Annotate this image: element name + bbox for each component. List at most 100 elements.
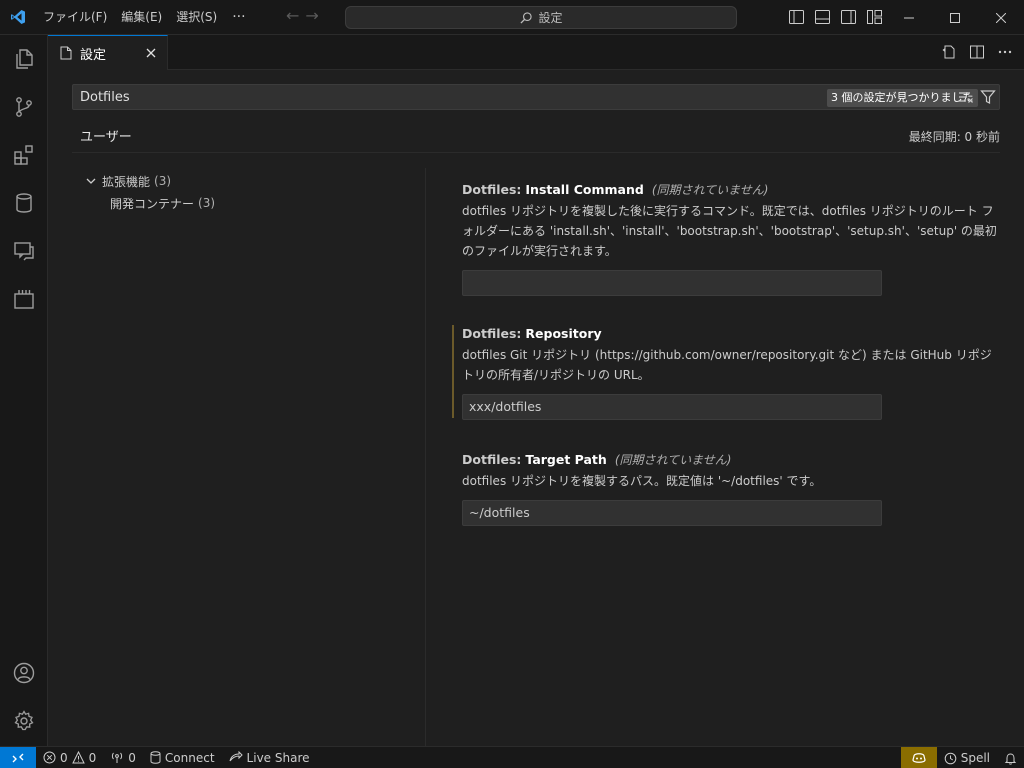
toc-item-dev-containers[interactable]: 開発コンテナー (3) [84, 192, 414, 214]
search-result-badge: 3 個の設定が見つかりました [827, 89, 978, 107]
setting-install-command: Dotfiles: Install Command (同期されていません) do… [462, 179, 1002, 296]
history-icon [944, 752, 957, 764]
tab-settings[interactable]: 設定 [48, 35, 168, 70]
menu-more-button[interactable]: ··· [224, 9, 253, 25]
extensions-icon[interactable] [0, 131, 48, 179]
setting-name: Install Command [525, 181, 644, 197]
remote-explorer-icon[interactable] [0, 227, 48, 275]
install-command-input[interactable] [462, 270, 882, 296]
connect-button[interactable]: Connect [143, 747, 222, 768]
remote-indicator[interactable] [0, 746, 36, 768]
navigation-arrows: ← → [286, 6, 319, 25]
setting-sync-note: (同期されていません) [651, 182, 769, 197]
toggle-panel-icon[interactable] [812, 8, 832, 26]
broadcast-icon [112, 752, 123, 763]
open-settings-json-icon[interactable] [940, 43, 958, 61]
menu-file[interactable]: ファイル(F) [36, 5, 114, 29]
maximize-icon[interactable] [932, 0, 978, 35]
file-icon [60, 46, 72, 60]
status-bar-right: Spell [900, 747, 1024, 768]
remote-icon [12, 753, 24, 762]
copilot-button[interactable] [900, 747, 937, 768]
database-icon[interactable] [0, 179, 48, 227]
toggle-primary-sidebar-icon[interactable] [786, 8, 806, 26]
command-center[interactable]: 設定 [345, 6, 737, 29]
tab-close-icon[interactable] [143, 45, 159, 61]
tab-label: 設定 [80, 47, 107, 63]
activity-bar [0, 35, 48, 746]
ports-indicator[interactable]: 0 [103, 747, 143, 768]
setting-category: Dotfiles: [462, 451, 522, 467]
more-actions-icon[interactable] [996, 43, 1014, 61]
modified-indicator [452, 325, 454, 418]
problems-indicator[interactable]: 0 0 [36, 747, 103, 768]
settings-toc: 拡張機能 (3) 開発コンテナー (3) [84, 170, 414, 214]
settings-split-divider[interactable] [425, 168, 426, 746]
toc-group-count: (3) [154, 174, 172, 188]
toc-group-label: 拡張機能 [102, 174, 151, 189]
accounts-icon[interactable] [0, 649, 48, 697]
editor-tab-bar: 設定 [48, 35, 1024, 70]
setting-description: dotfiles リポジトリを複製した後に実行するコマンド。既定では、dotfi… [462, 204, 997, 258]
repository-input[interactable]: xxx/dotfiles [462, 394, 882, 420]
last-sync-label: 最終同期: 0 秒前 [908, 130, 1000, 144]
vscode-logo-icon [0, 0, 36, 35]
filter-icon[interactable] [980, 88, 996, 106]
scope-tab-user[interactable]: ユーザー [72, 126, 140, 153]
menu-selection[interactable]: 選択(S) [169, 5, 224, 29]
setting-description: dotfiles Git リポジトリ (https://github.com/o… [462, 348, 992, 382]
toggle-secondary-sidebar-icon[interactable] [838, 8, 858, 26]
warning-count: 0 [88, 750, 97, 765]
setting-target-path: Dotfiles: Target Path (同期されていません) dotfil… [462, 449, 1002, 526]
notifications-button[interactable] [997, 747, 1024, 768]
setting-title: Dotfiles: Target Path (同期されていません) [462, 449, 1002, 469]
spell-button[interactable]: Spell [937, 747, 997, 768]
setting-name: Repository [525, 325, 602, 341]
testing-icon[interactable] [0, 275, 48, 323]
chevron-down-icon [86, 178, 96, 184]
close-window-icon[interactable] [978, 0, 1024, 35]
error-icon [43, 751, 56, 764]
error-count: 0 [60, 750, 68, 765]
setting-category: Dotfiles: [462, 325, 522, 341]
window-controls [886, 0, 1024, 35]
command-center-label: 設定 [538, 11, 563, 25]
toc-child-label: 開発コンテナー [110, 196, 195, 211]
setting-title: Dotfiles: Install Command (同期されていません) [462, 179, 1002, 199]
menu-edit[interactable]: 編集(E) [114, 5, 169, 29]
warning-icon [71, 751, 85, 764]
minimize-icon[interactable] [886, 0, 932, 35]
live-share-button[interactable]: Live Share [222, 747, 317, 768]
search-icon [520, 11, 533, 24]
search-value: Dotfiles [80, 89, 130, 105]
target-path-input[interactable]: ~/dotfiles [462, 500, 882, 526]
editor-actions [940, 43, 1014, 61]
clear-filter-icon[interactable] [958, 88, 974, 106]
connect-label: Connect [164, 750, 215, 765]
search-actions [958, 88, 996, 106]
manage-gear-icon[interactable] [0, 697, 48, 745]
setting-sync-note: (同期されていません) [614, 452, 732, 467]
status-bar: 0 0 0 Connect Live Share Spell [0, 746, 1024, 768]
live-share-label: Live Share [246, 750, 310, 765]
toc-group-extensions[interactable]: 拡張機能 (3) [84, 170, 414, 192]
back-arrow-icon[interactable]: ← [286, 6, 299, 25]
toc-child-count: (3) [198, 196, 216, 210]
scope-divider [72, 152, 1000, 153]
spell-label: Spell [960, 751, 990, 765]
setting-title: Dotfiles: Repository [462, 323, 1002, 343]
live-share-icon [229, 751, 243, 762]
setting-description: dotfiles リポジトリを複製するパス。既定値は '~/dotfiles' … [462, 474, 822, 488]
ports-count: 0 [128, 750, 136, 765]
setting-name: Target Path [525, 451, 607, 467]
layout-controls [786, 8, 884, 26]
title-bar: ファイル(F) 編集(E) 選択(S) ··· ← → 設定 [0, 0, 1024, 35]
explorer-icon[interactable] [0, 35, 48, 83]
setting-repository: Dotfiles: Repository dotfiles Git リポジトリ … [462, 323, 1002, 420]
customize-layout-icon[interactable] [864, 8, 884, 26]
setting-category: Dotfiles: [462, 181, 522, 197]
forward-arrow-icon[interactable]: → [305, 6, 318, 25]
database-icon [150, 751, 161, 764]
split-editor-icon[interactable] [968, 43, 986, 61]
source-control-icon[interactable] [0, 83, 48, 131]
